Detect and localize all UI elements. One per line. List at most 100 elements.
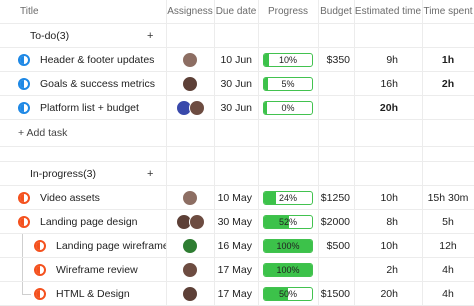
task-title-cell[interactable]: Header & footer updates bbox=[0, 48, 166, 71]
budget-value[interactable]: $1250 bbox=[318, 186, 354, 209]
progress-cell[interactable]: 24% bbox=[258, 186, 318, 209]
task-title-cell[interactable]: Goals & success metrics bbox=[0, 72, 166, 95]
due-date[interactable]: 17 May bbox=[214, 282, 258, 305]
due-date[interactable]: 30 May bbox=[214, 210, 258, 233]
budget-value[interactable] bbox=[318, 258, 354, 281]
task-title: Goals & success metrics bbox=[40, 77, 155, 90]
estimated-time[interactable]: 9h bbox=[354, 48, 422, 71]
assignees-cell[interactable] bbox=[166, 96, 214, 119]
status-circle-icon[interactable] bbox=[34, 263, 46, 276]
due-date[interactable]: 10 May bbox=[214, 186, 258, 209]
estimated-time[interactable]: 2h bbox=[354, 258, 422, 281]
progress-cell[interactable]: 100% bbox=[258, 258, 318, 281]
task-title-cell[interactable]: Landing page wireframe bbox=[0, 234, 166, 257]
due-date[interactable]: 30 Jun bbox=[214, 72, 258, 95]
assignees-cell[interactable] bbox=[166, 48, 214, 71]
progress-cell[interactable]: 0% bbox=[258, 96, 318, 119]
table-row[interactable]: Goals & success metrics 30 Jun 5% 16h 2h bbox=[0, 72, 474, 96]
due-date[interactable]: 16 May bbox=[214, 234, 258, 257]
budget-value[interactable]: $500 bbox=[318, 234, 354, 257]
assignees-cell[interactable] bbox=[166, 282, 214, 305]
status-circle-icon[interactable] bbox=[34, 287, 46, 300]
progress-cell[interactable]: 10% bbox=[258, 48, 318, 71]
budget-value[interactable]: $2000 bbox=[318, 210, 354, 233]
budget-value[interactable]: $1500 bbox=[318, 282, 354, 305]
time-spent[interactable]: 2h bbox=[422, 72, 474, 95]
task-title-cell[interactable]: Platform list + budget bbox=[0, 96, 166, 119]
task-title-cell[interactable]: Landing page design bbox=[0, 210, 166, 233]
avatar bbox=[188, 213, 205, 230]
time-spent[interactable] bbox=[422, 96, 474, 119]
budget-value[interactable] bbox=[318, 72, 354, 95]
progress-cell[interactable]: 5% bbox=[258, 72, 318, 95]
add-task-button[interactable]: + Add task bbox=[18, 120, 67, 146]
group-header-todo[interactable]: To-do(3) + bbox=[0, 24, 474, 48]
status-circle-icon[interactable] bbox=[18, 77, 30, 90]
budget-value[interactable]: $350 bbox=[318, 48, 354, 71]
column-header-due-date[interactable]: Due date bbox=[214, 0, 258, 23]
status-circle-icon[interactable] bbox=[34, 239, 46, 252]
estimated-time[interactable]: 10h bbox=[354, 186, 422, 209]
column-header-time-spent[interactable]: Time spent bbox=[422, 0, 474, 23]
status-circle-icon[interactable] bbox=[18, 53, 30, 66]
progress-bar: 52% bbox=[263, 214, 313, 229]
status-circle-icon[interactable] bbox=[18, 191, 30, 204]
time-spent[interactable]: 4h bbox=[422, 282, 474, 305]
progress-cell[interactable]: 52% bbox=[258, 210, 318, 233]
avatar bbox=[182, 75, 198, 92]
time-spent[interactable]: 15h 30m bbox=[422, 186, 474, 209]
estimated-time[interactable]: 20h bbox=[354, 282, 422, 305]
due-date[interactable]: 30 Jun bbox=[214, 96, 258, 119]
table-row[interactable]: Video assets 10 May 24% $1250 10h 15h 30… bbox=[0, 186, 474, 210]
column-header-title[interactable]: Title bbox=[0, 0, 166, 23]
table-row[interactable]: Landing page design 30 May 52% $2000 8h … bbox=[0, 210, 474, 234]
due-date[interactable]: 17 May bbox=[214, 258, 258, 281]
progress-cell[interactable]: 50% bbox=[258, 282, 318, 305]
table-row[interactable]: HTML & Design 17 May 50% $1500 20h 4h bbox=[0, 282, 474, 306]
column-header-budget[interactable]: Budget bbox=[318, 0, 354, 23]
time-spent[interactable]: 5h bbox=[422, 210, 474, 233]
assignees-cell[interactable] bbox=[166, 210, 214, 233]
group-header-in-progress[interactable]: In-progress(3) + bbox=[0, 162, 474, 186]
progress-label: 24% bbox=[278, 192, 297, 203]
estimated-time[interactable]: 8h bbox=[354, 210, 422, 233]
progress-bar: 24% bbox=[263, 190, 313, 205]
assignees-cell[interactable] bbox=[166, 186, 214, 209]
progress-bar: 0% bbox=[263, 100, 313, 115]
avatar bbox=[182, 285, 198, 302]
column-header-estimated-time[interactable]: Estimated time bbox=[354, 0, 422, 23]
assignees-cell[interactable] bbox=[166, 72, 214, 95]
task-title: Landing page design bbox=[40, 215, 138, 228]
time-spent[interactable]: 4h bbox=[422, 258, 474, 281]
estimated-time[interactable]: 10h bbox=[354, 234, 422, 257]
table-row[interactable]: Wireframe review 17 May 100% 2h 4h bbox=[0, 258, 474, 282]
task-title-cell[interactable]: Wireframe review bbox=[0, 258, 166, 281]
progress-bar: 10% bbox=[263, 52, 313, 67]
avatar bbox=[182, 261, 198, 278]
column-header-assignees[interactable]: Assigness bbox=[166, 0, 214, 23]
status-circle-icon[interactable] bbox=[18, 101, 30, 114]
table-row[interactable]: Platform list + budget 30 Jun 0% 20h bbox=[0, 96, 474, 120]
estimated-time[interactable]: 20h bbox=[354, 96, 422, 119]
table-row[interactable]: Header & footer updates 10 Jun 10% $350 … bbox=[0, 48, 474, 72]
budget-value[interactable] bbox=[318, 96, 354, 119]
assignees-cell[interactable] bbox=[166, 258, 214, 281]
time-spent[interactable]: 12h bbox=[422, 234, 474, 257]
task-title: Platform list + budget bbox=[40, 101, 139, 114]
status-circle-icon[interactable] bbox=[18, 215, 30, 228]
add-task-icon[interactable]: + bbox=[147, 162, 153, 185]
add-task-row[interactable]: + Add task bbox=[0, 120, 474, 147]
task-title-cell[interactable]: HTML & Design bbox=[0, 282, 166, 305]
estimated-time[interactable]: 16h bbox=[354, 72, 422, 95]
progress-cell[interactable]: 100% bbox=[258, 234, 318, 257]
time-spent[interactable]: 1h bbox=[422, 48, 474, 71]
task-title: Landing page wireframe bbox=[56, 239, 166, 252]
task-title: Header & footer updates bbox=[40, 53, 155, 66]
avatar bbox=[182, 51, 198, 68]
task-title-cell[interactable]: Video assets bbox=[0, 186, 166, 209]
due-date[interactable]: 10 Jun bbox=[214, 48, 258, 71]
column-header-progress[interactable]: Progress bbox=[258, 0, 318, 23]
assignees-cell[interactable] bbox=[166, 234, 214, 257]
table-row[interactable]: Landing page wireframe 16 May 100% $500 … bbox=[0, 234, 474, 258]
add-task-icon[interactable]: + bbox=[147, 24, 153, 47]
